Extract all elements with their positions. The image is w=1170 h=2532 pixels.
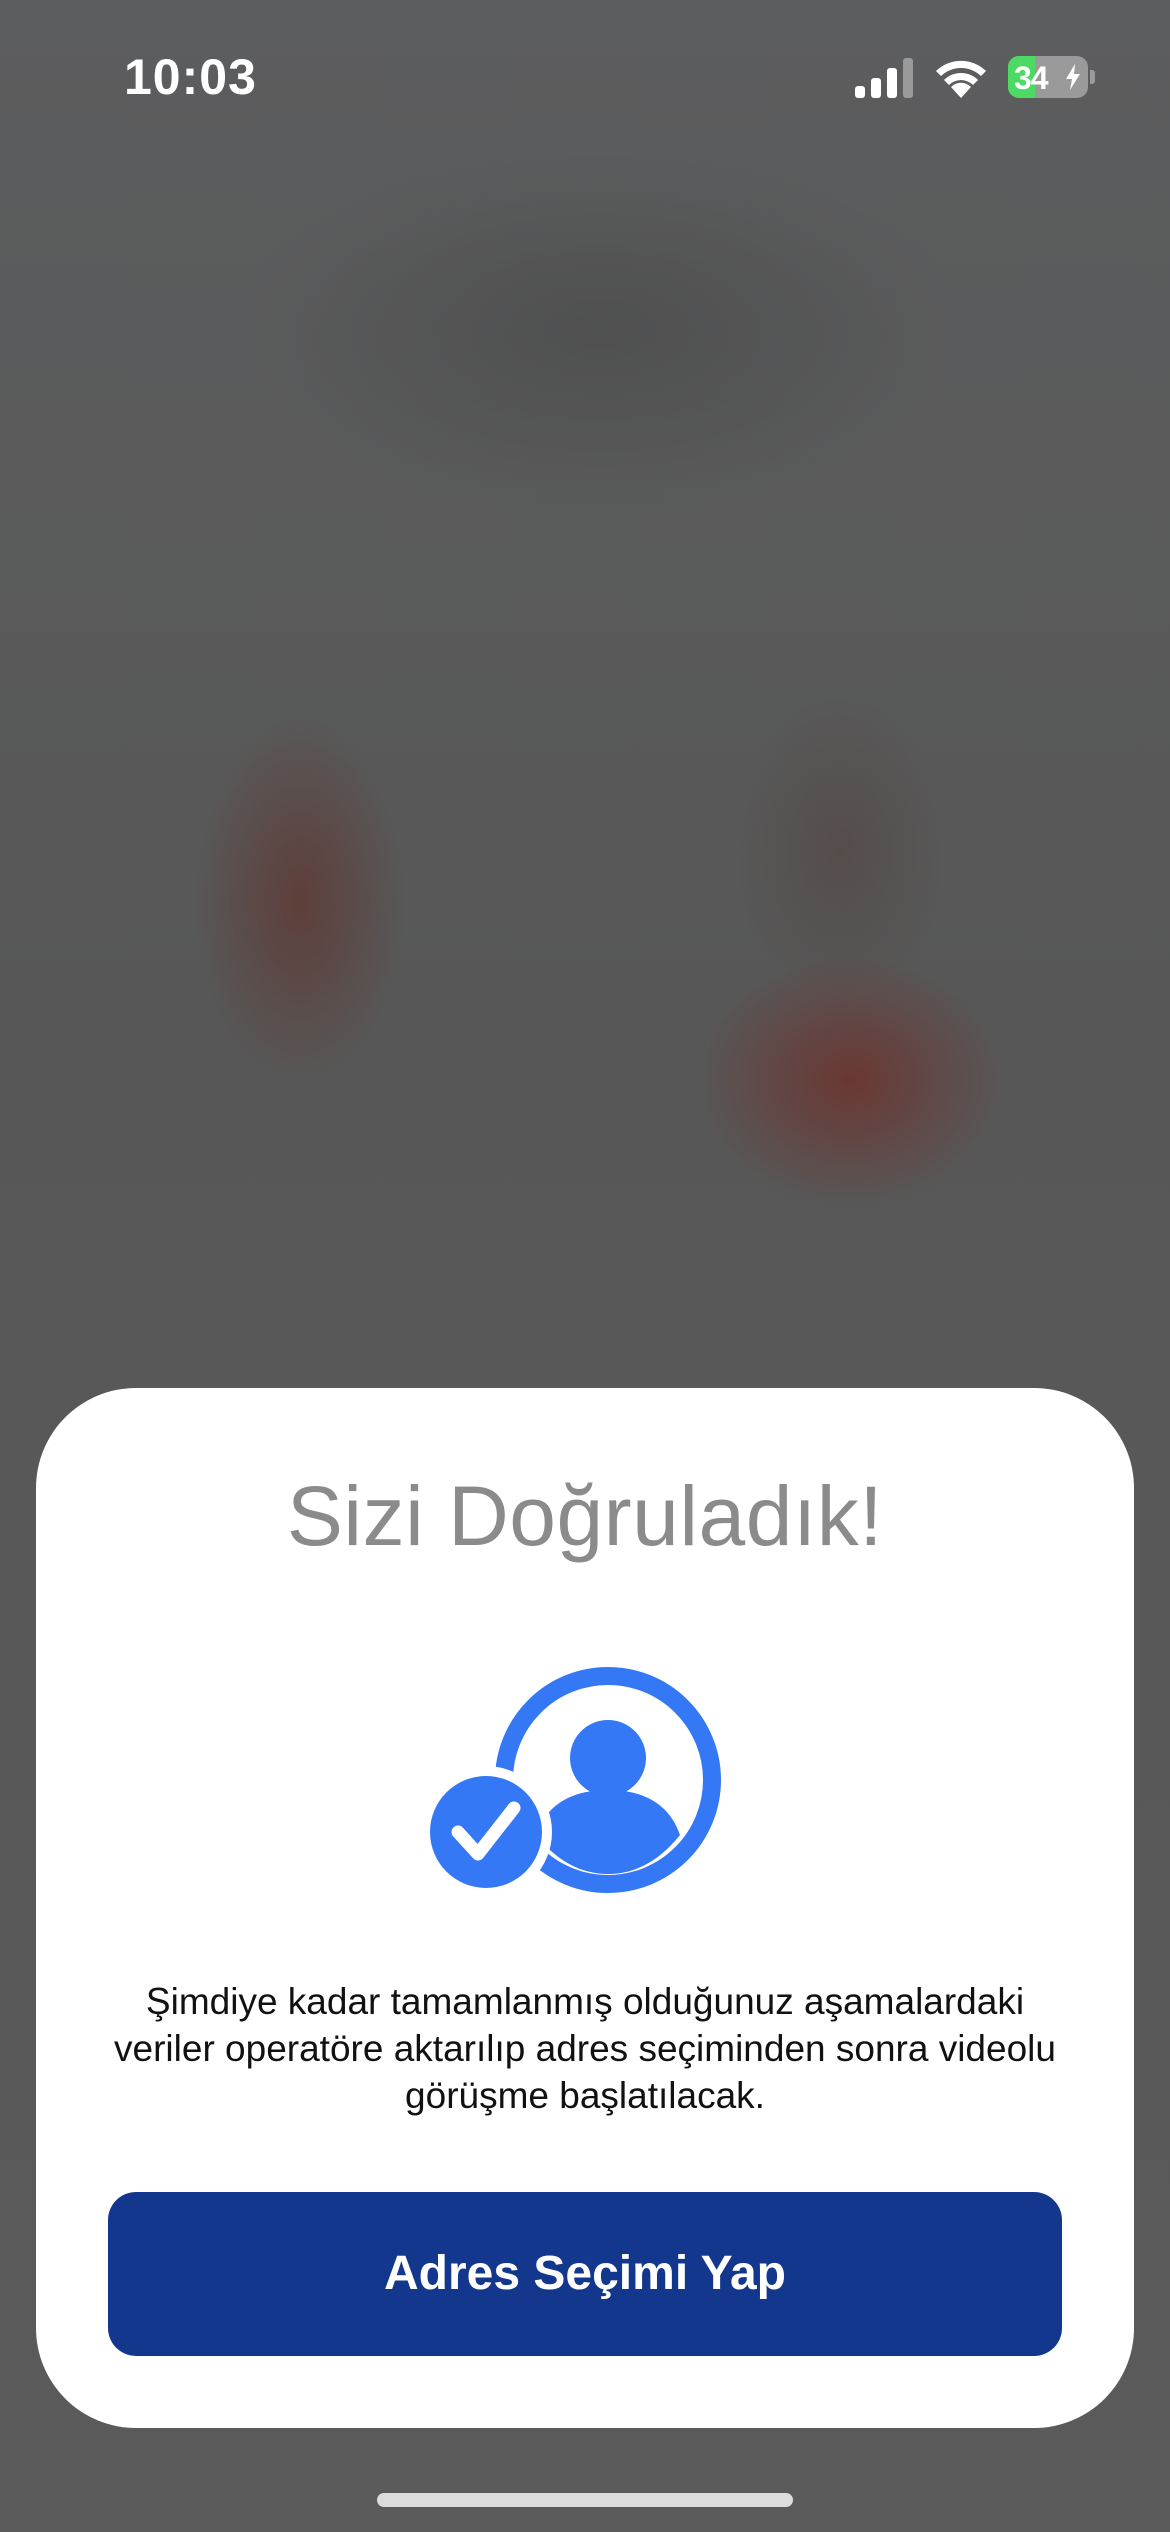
- sheet-title: Sizi Doğruladık!: [286, 1469, 884, 1563]
- verification-sheet: Sizi Doğruladık! Şimdiye kadar tamamlanm…: [36, 1388, 1134, 2428]
- battery-level-text: 34: [1014, 60, 1049, 96]
- battery-body: 34: [1008, 56, 1088, 98]
- sheet-description: Şimdiye kadar tamamlanmış olduğunuz aşam…: [114, 1981, 1056, 2116]
- wifi-icon: [936, 60, 986, 98]
- select-address-button-label: Adres Seçimi Yap: [384, 2247, 786, 2300]
- battery-indicator: 34: [1008, 56, 1095, 98]
- select-address-button[interactable]: Adres Seçimi Yap: [108, 2192, 1062, 2356]
- cellular-signal-icon: [855, 58, 913, 98]
- battery-cap: [1090, 70, 1095, 84]
- status-time: 10:03: [124, 49, 257, 105]
- user-verified-icon: [428, 1667, 721, 1898]
- charging-bolt-icon: [1066, 64, 1080, 90]
- home-indicator[interactable]: [377, 2493, 793, 2507]
- status-bar: 10:03 34: [0, 0, 1170, 150]
